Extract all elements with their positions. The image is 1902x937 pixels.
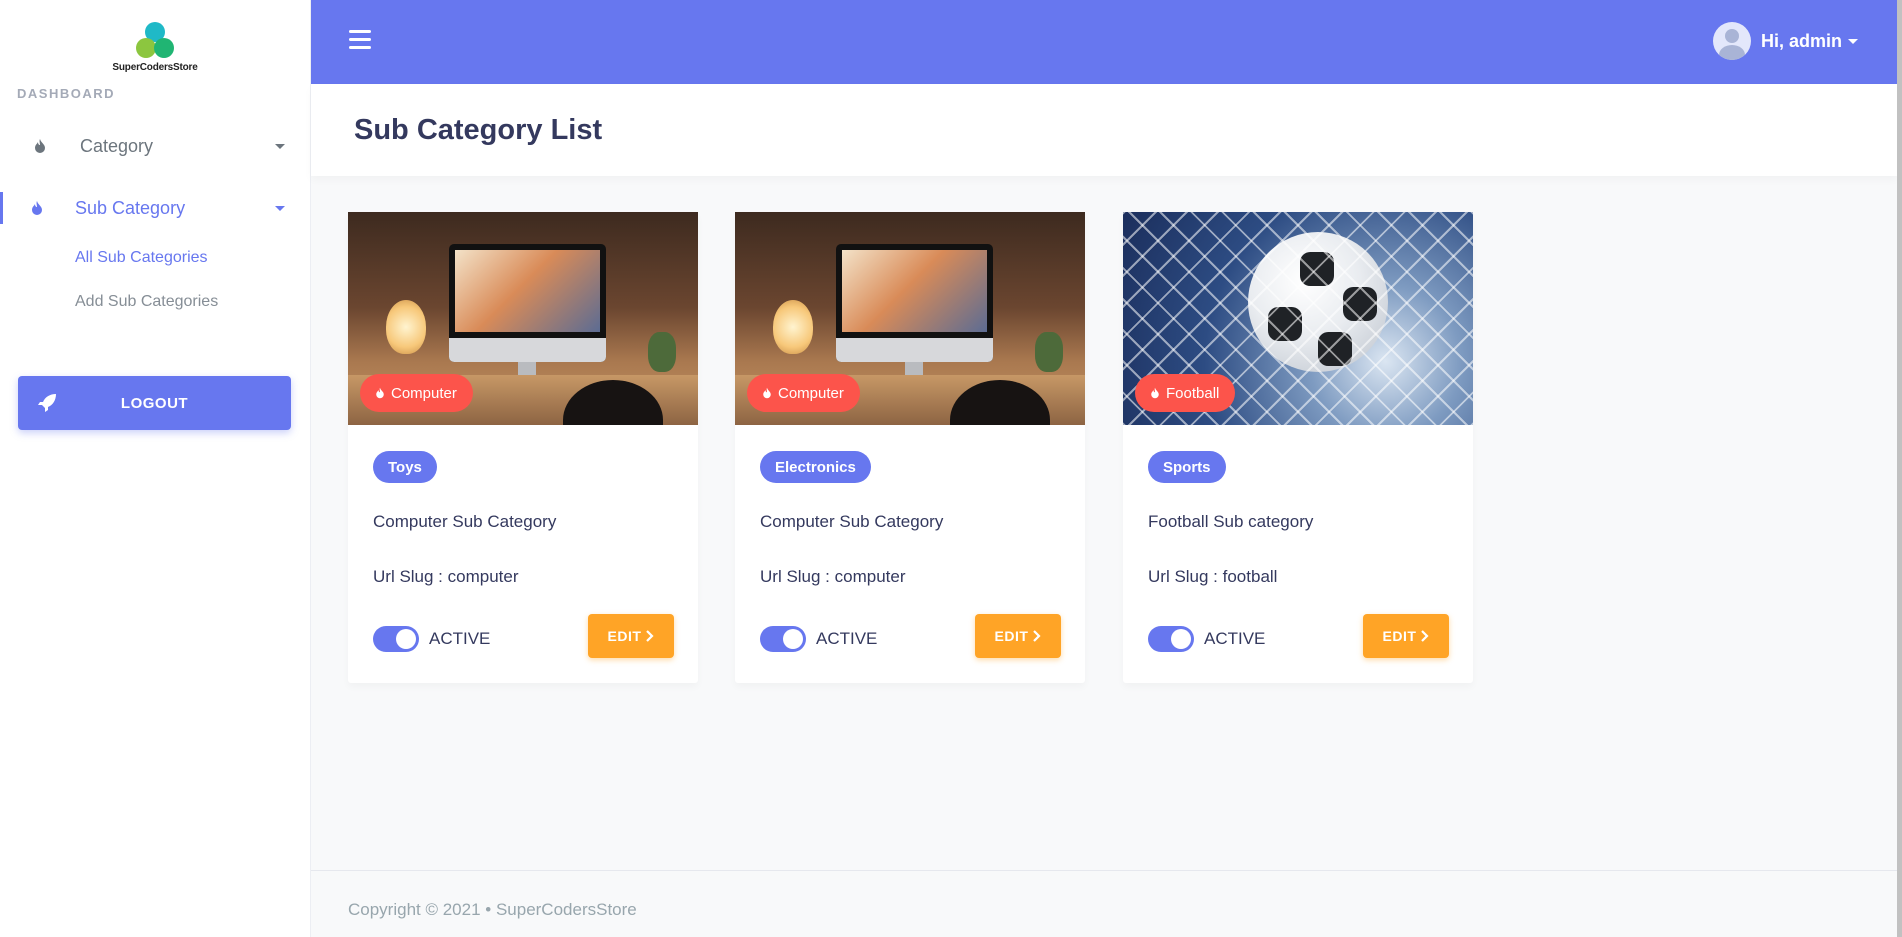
sidebar-link-all-sub-categories[interactable]: All Sub Categories	[75, 249, 208, 267]
vertical-scrollbar[interactable]	[1897, 0, 1902, 937]
chevron-right-icon	[646, 630, 654, 642]
edit-label: EDIT	[1382, 628, 1417, 644]
chevron-down-icon	[275, 143, 285, 149]
toggle-switch[interactable]	[760, 626, 806, 652]
card-title: Computer Sub Category	[373, 512, 557, 531]
logout-label: LOGOUT	[120, 394, 189, 412]
card-image: Football	[1123, 212, 1473, 425]
edit-button[interactable]: EDIT	[1363, 614, 1449, 658]
sidebar-item-label: Sub Category	[75, 197, 186, 218]
sidebar-link-add-sub-categories[interactable]: Add Sub Categories	[75, 293, 218, 311]
fire-icon	[32, 201, 42, 215]
user-menu[interactable]: Hi, admin	[1713, 22, 1859, 60]
sub-category-card: Computer Toys Computer Sub Category Url …	[348, 212, 698, 683]
chevron-right-icon	[1421, 630, 1429, 642]
footer: Copyright © 2021 • SuperCodersStore	[311, 870, 1897, 937]
sidebar: SuperCodersStore DASHBOARD Category Sub …	[0, 0, 311, 937]
footer-copyright: Copyright © 2021 • SuperCodersStore	[348, 900, 637, 919]
toggle-switch[interactable]	[373, 626, 419, 652]
logout-button[interactable]: LOGOUT	[18, 376, 291, 430]
toggle-switch[interactable]	[1148, 626, 1194, 652]
page-title: Sub Category List	[354, 114, 603, 146]
section-header: Sub Category List	[311, 84, 1897, 176]
parent-tag: Electronics	[760, 451, 871, 483]
chevron-down-icon	[1848, 38, 1859, 44]
category-badge-label: Football	[1166, 384, 1220, 402]
user-greeting: Hi, admin	[1761, 30, 1843, 51]
menu-header: DASHBOARD	[17, 86, 115, 101]
fire-icon	[376, 387, 384, 399]
card-slug: Url Slug : computer	[760, 567, 906, 586]
active-indicator	[0, 192, 3, 224]
category-badge: Football	[1135, 374, 1236, 412]
card-slug: Url Slug : computer	[373, 567, 519, 586]
parent-tag: Toys	[373, 451, 437, 483]
status-toggle[interactable]: ACTIVE	[760, 626, 877, 652]
chevron-down-icon	[275, 205, 285, 211]
sidebar-item-category[interactable]: Category	[0, 124, 310, 168]
sidebar-item-label: Category	[80, 135, 154, 156]
card-image: Computer	[348, 212, 698, 425]
card-title: Computer Sub Category	[760, 512, 944, 531]
fire-icon	[35, 139, 45, 153]
status-label: ACTIVE	[429, 629, 491, 648]
edit-button[interactable]: EDIT	[588, 614, 674, 658]
status-toggle[interactable]: ACTIVE	[1148, 626, 1265, 652]
card-slug: Url Slug : football	[1148, 567, 1278, 586]
status-label: ACTIVE	[816, 629, 878, 648]
brand-name: SuperCodersStore	[112, 62, 198, 73]
sub-category-card: Football Sports Football Sub category Ur…	[1123, 212, 1473, 683]
card-image: Computer	[735, 212, 1085, 425]
status-label: ACTIVE	[1204, 629, 1266, 648]
category-badge-label: Computer	[778, 384, 844, 402]
category-badge: Computer	[747, 374, 860, 412]
fire-icon	[1151, 387, 1159, 399]
chevron-right-icon	[1033, 630, 1041, 642]
edit-button[interactable]: EDIT	[975, 614, 1061, 658]
hamburger-menu-icon[interactable]	[349, 30, 371, 50]
edit-label: EDIT	[607, 628, 642, 644]
avatar	[1713, 22, 1751, 60]
status-toggle[interactable]: ACTIVE	[373, 626, 490, 652]
brand-logo-icon	[135, 22, 175, 58]
sidebar-item-sub-category[interactable]: Sub Category	[0, 186, 310, 230]
brand-logo[interactable]: SuperCodersStore	[100, 22, 210, 73]
parent-tag: Sports	[1148, 451, 1226, 483]
category-badge-label: Computer	[391, 384, 457, 402]
card-title: Football Sub category	[1148, 512, 1314, 531]
fire-icon	[763, 387, 771, 399]
edit-label: EDIT	[994, 628, 1029, 644]
category-badge: Computer	[360, 374, 473, 412]
sub-category-card: Computer Electronics Computer Sub Catego…	[735, 212, 1085, 683]
topbar: Hi, admin	[311, 0, 1897, 84]
